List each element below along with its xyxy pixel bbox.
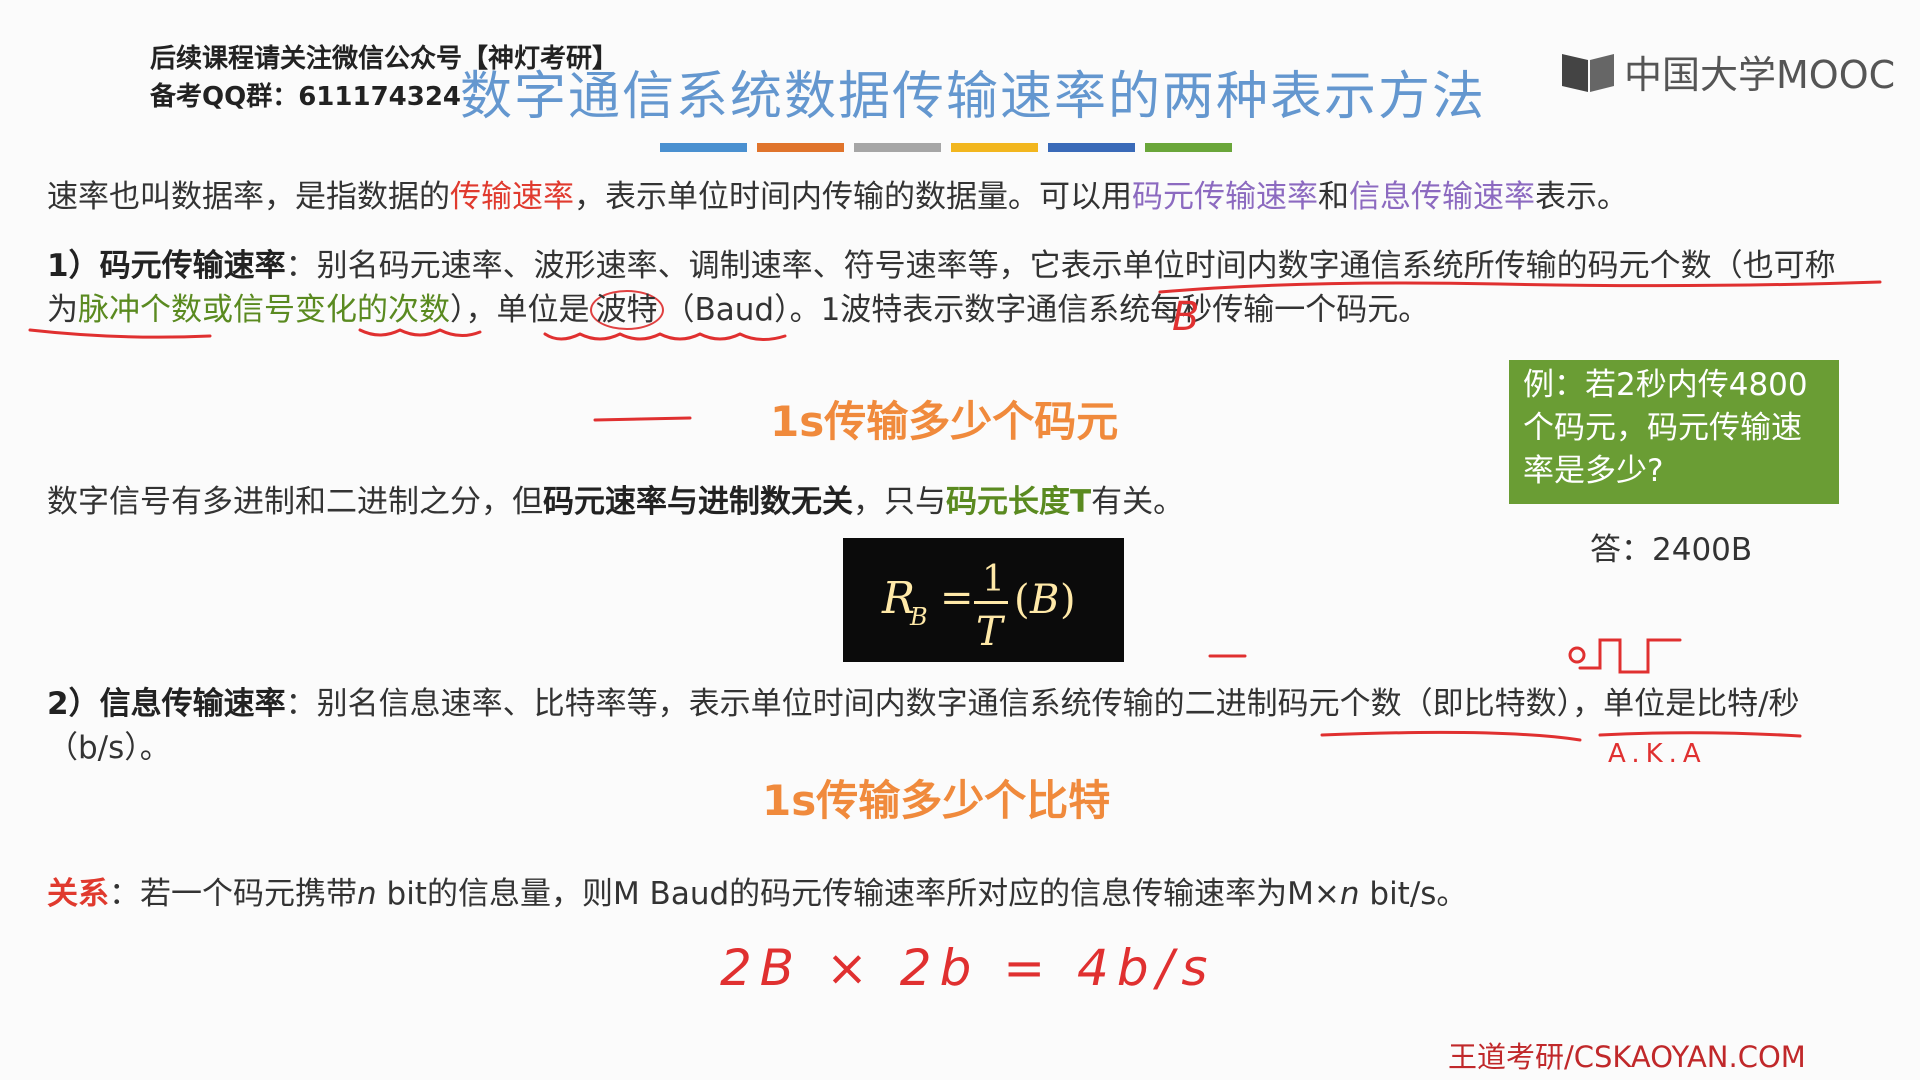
underline-stroke: [358, 328, 482, 337]
circle-mark: [1568, 646, 1586, 664]
baud-b-mark: B: [1172, 294, 1199, 340]
aka-note: A.K.A: [1608, 739, 1707, 769]
handwritten-annotations: B A.K.A 2B × 2b = 4b/s: [28, 280, 1882, 997]
underline-stroke: [1158, 280, 1882, 294]
underline-stroke: [28, 328, 212, 339]
dash-mark: [593, 416, 692, 422]
underline-stroke: [543, 332, 787, 341]
handwritten-equation: 2B × 2b = 4b/s: [720, 939, 1215, 997]
square-wave: [1578, 638, 1682, 674]
underline-stroke: [1598, 731, 1802, 738]
footer-brand: 王道考研/CSKAOYAN.COM: [1448, 1040, 1806, 1074]
underline-stroke: [1320, 730, 1582, 742]
